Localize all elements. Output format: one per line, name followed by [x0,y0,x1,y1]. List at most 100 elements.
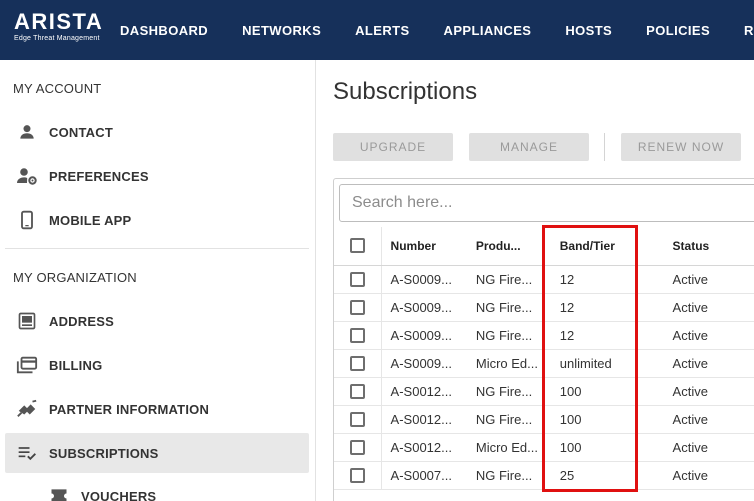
row-checkbox[interactable] [349,356,365,372]
voucher-icon [47,484,71,501]
sidebar-item-subscriptions[interactable]: SUBSCRIPTIONS [5,433,309,473]
nav-policies[interactable]: POLICIES [646,23,710,38]
sidebar-item-label: BILLING [49,357,103,373]
cell-band-tier: 100 [550,377,664,406]
nav-appliances[interactable]: APPLIANCES [444,23,532,38]
manage-button[interactable]: MANAGE [469,133,589,161]
cell-status: Active [663,433,754,462]
row-select-cell [334,433,382,462]
row-checkbox[interactable] [349,468,365,484]
nav-dashboard[interactable]: DASHBOARD [120,23,208,38]
select-all-checkbox[interactable] [349,238,365,254]
sidebar-item-label: SUBSCRIPTIONS [49,445,159,461]
cell-product: NG Fire... [466,265,551,294]
table-row[interactable]: A-S0012... NG Fire... 100 Active [334,405,754,434]
cell-band-tier: 25 [550,461,664,490]
logo-tagline: Edge Threat Management [14,35,100,42]
sidebar-item-billing[interactable]: BILLING [5,345,309,385]
row-select-cell [334,405,382,434]
search-input[interactable] [340,185,754,221]
arista-logo[interactable]: ARISTA Edge Threat Management [14,9,104,43]
person-icon [15,120,39,144]
row-checkbox[interactable] [349,328,365,344]
table-row[interactable]: A-S0012... Micro Ed... 100 Active [334,433,754,462]
sidebar-item-partner-information[interactable]: PARTNER INFORMATION [5,389,309,429]
sidebar-item-mobile-app[interactable]: MOBILE APP [5,200,309,240]
upgrade-button[interactable]: UPGRADE [333,133,453,161]
cell-status: Active [663,349,754,378]
my-organization-heading: MY ORGANIZATION [13,270,137,285]
subscriptions-list-icon [15,441,39,465]
renew-now-button[interactable]: RENEW NOW [621,133,741,161]
nav-networks[interactable]: NETWORKS [242,23,321,38]
table-row[interactable]: A-S0007... NG Fire... 25 Active [334,461,754,490]
row-select-cell [334,265,382,294]
cell-status: Active [663,265,754,294]
column-header-number[interactable]: Number [381,227,467,266]
cell-number: A-S0012... [381,433,467,462]
cell-product: NG Fire... [466,461,551,490]
table-row[interactable]: A-S0009... Micro Ed... unlimited Active [334,349,754,378]
row-checkbox[interactable] [349,384,365,400]
column-header-status[interactable]: Status [663,227,754,266]
cell-number: A-S0009... [381,265,467,294]
cell-status: Active [663,405,754,434]
cell-number: A-S0009... [381,349,467,378]
table-header-row: Number Produ... Band/Tier Status [334,227,754,266]
cell-band-tier: 100 [550,405,664,434]
row-checkbox[interactable] [349,440,365,456]
cell-product: NG Fire... [466,293,551,322]
sidebar-item-address[interactable]: ADDRESS [5,301,309,341]
table-row[interactable]: A-S0009... NG Fire... 12 Active [334,321,754,350]
cell-band-tier: 12 [550,265,664,294]
search-box[interactable] [339,184,754,222]
logo-brand: ARISTA [14,9,104,34]
cell-number: A-S0009... [381,321,467,350]
top-navigation-bar: ARISTA Edge Threat Management DASHBOARD … [0,0,754,60]
cell-number: A-S0009... [381,293,467,322]
my-account-heading: MY ACCOUNT [13,81,102,96]
row-select-cell [334,293,382,322]
cell-band-tier: 100 [550,433,664,462]
address-card-icon [15,309,39,333]
sidebar-item-contact[interactable]: CONTACT [5,112,309,152]
nav-hosts[interactable]: HOSTS [565,23,612,38]
row-checkbox[interactable] [349,272,365,288]
row-select-cell [334,377,382,406]
main-nav: DASHBOARD NETWORKS ALERTS APPLIANCES HOS… [120,0,754,60]
table-row[interactable]: A-S0012... NG Fire... 100 Active [334,377,754,406]
sidebar-item-label: VOUCHERS [81,488,157,501]
main-content: Subscriptions UPGRADE MANAGE RENEW NOW N… [317,60,754,501]
column-header-band-tier[interactable]: Band/Tier [550,227,664,266]
handshake-icon [15,397,39,421]
cell-status: Active [663,461,754,490]
row-checkbox[interactable] [349,300,365,316]
page-title: Subscriptions [333,78,478,105]
row-select-cell [334,321,382,350]
column-header-product[interactable]: Produ... [466,227,551,266]
user-settings-icon [15,164,39,188]
sidebar-item-label: MOBILE APP [49,212,132,228]
table-row[interactable]: A-S0009... NG Fire... 12 Active [334,265,754,294]
cell-band-tier: 12 [550,293,664,322]
sidebar-divider [5,248,309,249]
toolbar-separator [604,133,605,161]
cell-band-tier: unlimited [550,349,664,378]
nav-reports[interactable]: REP [744,23,754,38]
sidebar-item-label: CONTACT [49,124,113,140]
sidebar: MY ACCOUNT CONTACT PREFERENCES MOBILE AP… [0,60,316,501]
subscriptions-table: Number Produ... Band/Tier Status A-S0009… [334,227,754,490]
sidebar-item-vouchers[interactable]: VOUCHERS [5,476,309,501]
cell-band-tier: 12 [550,321,664,350]
cell-number: A-S0012... [381,377,467,406]
cell-number: A-S0007... [381,461,467,490]
table-row[interactable]: A-S0009... NG Fire... 12 Active [334,293,754,322]
cell-product: Micro Ed... [466,433,551,462]
nav-alerts[interactable]: ALERTS [355,23,409,38]
sidebar-item-preferences[interactable]: PREFERENCES [5,156,309,196]
row-select-cell [334,349,382,378]
cell-status: Active [663,321,754,350]
billing-icon [15,353,39,377]
row-checkbox[interactable] [349,412,365,428]
cell-product: NG Fire... [466,321,551,350]
